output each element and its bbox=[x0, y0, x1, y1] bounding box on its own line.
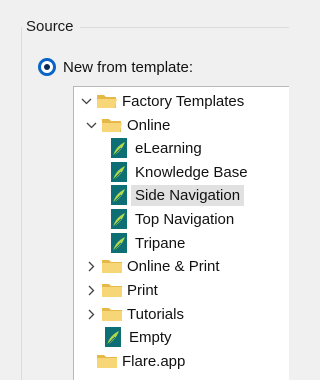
tree-node-print[interactable]: Print bbox=[85, 279, 162, 301]
template-icon bbox=[111, 138, 127, 158]
template-icon bbox=[111, 162, 127, 182]
tree-node-label: Online & Print bbox=[127, 257, 220, 275]
tree-node-tutorials[interactable]: Tutorials bbox=[85, 303, 188, 325]
tree-node-label: Knowledge Base bbox=[135, 163, 248, 181]
tree-node-tripane[interactable]: Tripane bbox=[110, 232, 189, 254]
template-icon bbox=[111, 209, 127, 229]
tree-node-side-navigation[interactable]: Side Navigation bbox=[110, 184, 245, 206]
new-from-template-label: New from template: bbox=[63, 58, 194, 76]
tree-node-label: eLearning bbox=[135, 139, 202, 157]
group-border-top bbox=[76, 27, 289, 28]
tree-node-empty[interactable]: Empty bbox=[104, 326, 176, 348]
source-group-title: Source bbox=[26, 18, 80, 36]
chevron-right-icon[interactable] bbox=[85, 303, 97, 325]
chevron-right-icon[interactable] bbox=[85, 279, 97, 301]
chevron-right-icon[interactable] bbox=[85, 255, 97, 277]
chevron-down-icon[interactable] bbox=[80, 90, 92, 112]
folder-open-icon bbox=[102, 119, 122, 132]
template-icon bbox=[111, 185, 127, 205]
folder-icon bbox=[102, 260, 122, 273]
new-from-template-radio[interactable] bbox=[38, 58, 56, 76]
folder-icon bbox=[97, 355, 117, 368]
chevron-down-icon[interactable] bbox=[85, 114, 97, 136]
tree-node-elearning[interactable]: eLearning bbox=[110, 137, 206, 159]
tree-node-top-navigation[interactable]: Top Navigation bbox=[110, 208, 238, 230]
template-icon bbox=[111, 233, 127, 253]
tree-node-label: Print bbox=[127, 281, 158, 299]
template-icon bbox=[105, 327, 121, 347]
tree-node-knowledge-base[interactable]: Knowledge Base bbox=[110, 161, 252, 183]
template-tree[interactable]: Factory Templates Online eLearning Knowl… bbox=[73, 86, 289, 380]
tree-node-label: Side Navigation bbox=[131, 184, 245, 206]
tree-node-label: Factory Templates bbox=[122, 92, 245, 110]
tree-node-online-and-print[interactable]: Online & Print bbox=[85, 255, 224, 277]
tree-node-label: Tutorials bbox=[127, 305, 184, 323]
new-from-template-radio-option[interactable]: New from template: bbox=[38, 58, 193, 76]
group-border-left bbox=[21, 27, 22, 380]
folder-open-icon bbox=[97, 95, 117, 108]
tree-node-factory-templates[interactable]: Factory Templates bbox=[80, 90, 248, 112]
tree-node-label: Empty bbox=[129, 328, 172, 346]
folder-icon bbox=[102, 308, 122, 321]
tree-node-label: Flare.app bbox=[122, 352, 186, 370]
tree-node-label: Top Navigation bbox=[135, 210, 235, 228]
tree-node-online[interactable]: Online bbox=[85, 114, 174, 136]
tree-node-label: Online bbox=[127, 116, 171, 134]
tree-node-flare-app[interactable]: Flare.app bbox=[96, 350, 189, 372]
tree-node-label: Tripane bbox=[135, 234, 186, 252]
folder-icon bbox=[102, 284, 122, 297]
